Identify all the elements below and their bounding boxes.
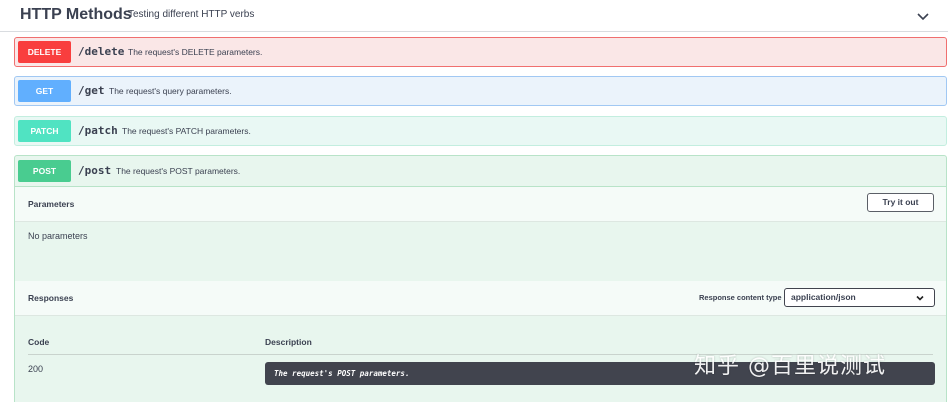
parameters-section-header: Parameters — [15, 187, 946, 222]
method-badge-post: POST — [18, 160, 71, 182]
try-it-out-button[interactable]: Try it out — [867, 193, 934, 212]
operation-summary: The request's POST parameters. — [116, 166, 241, 176]
parameters-title: Parameters — [28, 199, 75, 209]
operation-delete[interactable]: DELETE /delete The request's DELETE para… — [14, 37, 947, 67]
method-badge-get: GET — [18, 80, 71, 102]
operation-path: /get — [78, 84, 105, 97]
response-description: The request's POST parameters. — [274, 369, 410, 378]
select-value: application/json — [791, 292, 856, 302]
response-content-type-select[interactable]: application/json — [784, 288, 935, 307]
operation-get[interactable]: GET /get The request's query parameters. — [14, 76, 947, 106]
chevron-down-icon[interactable] — [915, 8, 931, 24]
operation-patch[interactable]: PATCH /patch The request's PATCH paramet… — [14, 116, 947, 146]
no-parameters-text: No parameters — [28, 231, 88, 241]
operation-summary: The request's PATCH parameters. — [122, 126, 251, 136]
operation-path: /post — [78, 164, 112, 177]
operation-summary: The request's DELETE parameters. — [128, 47, 263, 57]
response-content-type-label: Response content type — [699, 293, 782, 302]
chevron-down-icon — [916, 295, 924, 301]
code-column-header: Code — [28, 337, 50, 347]
responses-title: Responses — [28, 293, 74, 303]
watermark: 知乎 @百里说测试 — [694, 354, 886, 379]
operation-path: /patch — [78, 124, 118, 137]
description-column-header: Description — [265, 337, 312, 347]
response-code: 200 — [28, 364, 44, 374]
tag-description: Testing different HTTP verbs — [128, 9, 255, 20]
tag-header[interactable]: HTTP Methods Testing different HTTP verb… — [0, 0, 948, 32]
method-badge-delete: DELETE — [18, 41, 71, 63]
tag-title: HTTP Methods — [20, 6, 132, 23]
operation-post-header[interactable]: POST /post The request's POST parameters… — [15, 156, 946, 187]
operation-summary: The request's query parameters. — [109, 86, 232, 96]
method-badge-patch: PATCH — [18, 120, 71, 142]
operation-path: /delete — [78, 45, 125, 58]
